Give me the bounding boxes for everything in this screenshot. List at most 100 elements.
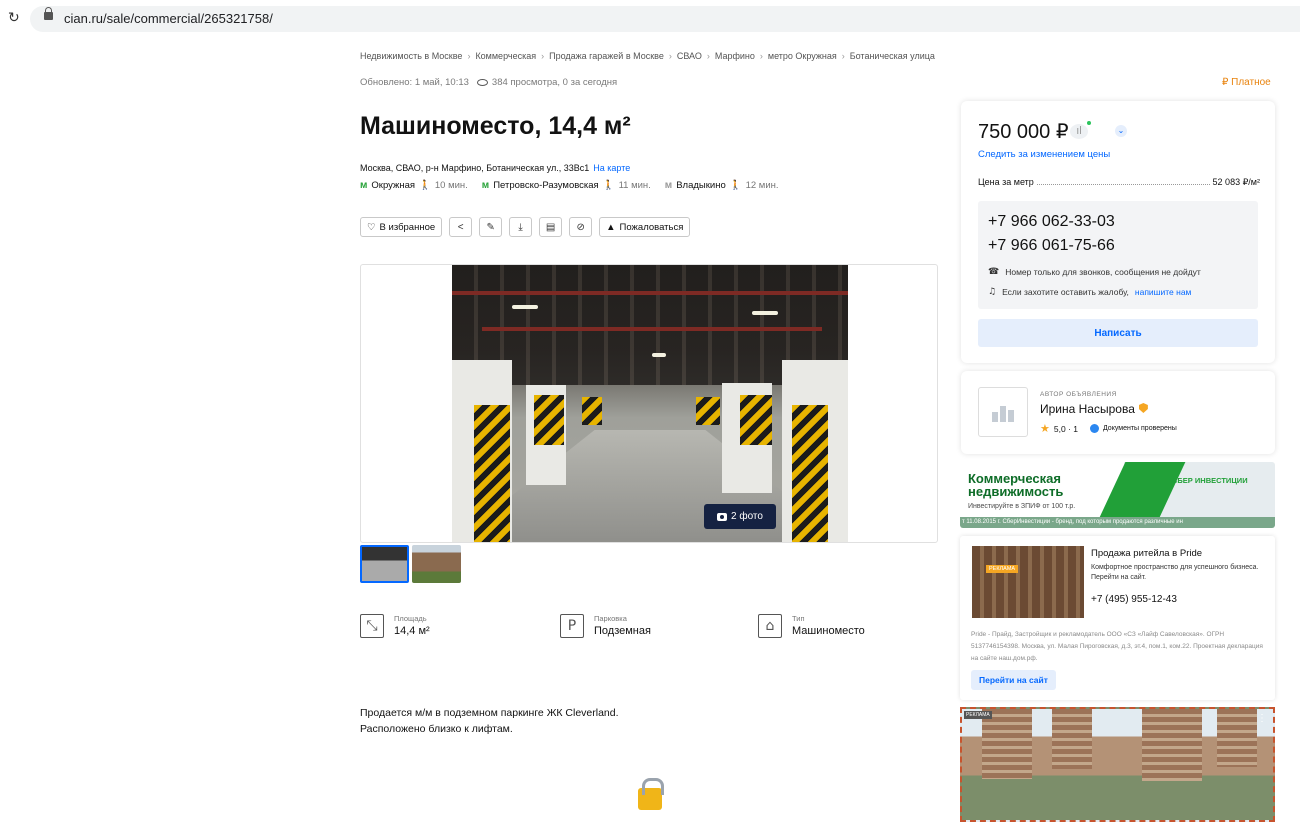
favorite-label: В избранное (379, 221, 436, 233)
more-icon[interactable]: ⋮ (1257, 713, 1267, 724)
edit-button[interactable]: ✎ (479, 217, 503, 237)
banner-legal: т 11.08.2015 г. СберИнвестиции - бренд, … (960, 517, 1275, 528)
ad-banner-bottom[interactable]: РЕКЛАМА ⋮ (960, 707, 1275, 822)
breadcrumb-item[interactable]: Коммерческая (475, 51, 536, 61)
warning-icon: ▲ (606, 221, 616, 233)
breadcrumb-item[interactable]: Ботаническая улица (850, 51, 935, 61)
favorite-button[interactable]: ♡ В избранное (360, 217, 443, 237)
photo-count-badge[interactable]: 2 фото (704, 504, 776, 529)
walk-icon: 🚶 (602, 180, 615, 191)
metro-icon: м (664, 180, 673, 191)
thumbnail-strip (360, 545, 461, 583)
author-rating: ★ 5,0 · 1 Документы проверены (1040, 422, 1177, 435)
download-icon: ⤓ (518, 221, 523, 233)
print-button[interactable]: ▤ (539, 217, 563, 237)
metro-station[interactable]: м Петровско-Разумовская 🚶 11 мин. (482, 180, 651, 191)
pencil-icon: ✎ (486, 221, 495, 233)
thumbnail[interactable] (412, 545, 461, 583)
reload-icon[interactable]: ↻ (8, 10, 20, 26)
chart-icon[interactable]: ıl (1070, 124, 1088, 139)
metro-station[interactable]: м Окружная 🚶 10 мин. (360, 180, 468, 191)
price-per-meter: Цена за метр 52 083 ₽/м² (978, 177, 1260, 188)
photo-count-label: 2 фото (731, 511, 763, 522)
breadcrumb-item[interactable]: СВАО (677, 51, 702, 61)
paid-badge: ₽ Платное (1222, 77, 1271, 88)
action-bar: ♡ В избранное < ✎ ⤓ ▤ ⊘ ▲ Пожаловаться (360, 217, 691, 237)
updated-date: Обновлено: 1 май, 10:13 (360, 77, 469, 88)
address: Москва, СВАО, р-н Марфино, Ботаническая … (360, 163, 630, 173)
banner-title: Коммерческая недвижимость (968, 471, 1064, 499)
walk-time: 11 мин. (618, 180, 651, 191)
write-button[interactable]: Написать (978, 319, 1258, 347)
metro-icon: м (481, 180, 490, 191)
breadcrumb-item[interactable]: Недвижимость в Москве (360, 51, 462, 61)
banner-subtitle: Инвестируйте в ЗПИФ от 100 т.р. (968, 503, 1076, 510)
url-text[interactable]: cian.ru/sale/commercial/265321758/ (64, 11, 273, 26)
breadcrumb-item[interactable]: Марфино (715, 51, 755, 61)
price-per-meter-label: Цена за метр (978, 177, 1034, 187)
author-name-row: Ирина Насырова (1040, 402, 1148, 416)
breadcrumb-item[interactable]: Продажа гаражей в Москве (549, 51, 664, 61)
complaint-note: ♫ Если захотите оставить жалобу, напишите… (988, 287, 1192, 297)
feature-area: ⤡ Площадь 14,4 м² (360, 614, 430, 638)
metro-icon: м (360, 180, 368, 191)
browser-toolbar: ↻ cian.ru/sale/commercial/265321758/ (0, 0, 1300, 38)
phone-number[interactable]: +7 966 062-33-03 (988, 213, 1115, 231)
ad-banner-sber[interactable]: Коммерческая недвижимость Инвестируйте в … (960, 462, 1275, 528)
ad-legal: Pride - Прайд, Застройщик и рекламодател… (971, 631, 1263, 662)
description-line: Продается м/м в подземном паркинге ЖК Cl… (360, 707, 619, 719)
report-label: Пожаловаться (619, 221, 684, 233)
camera-icon (717, 512, 728, 521)
metro-station-name: Окружная (371, 180, 416, 191)
price-card: 750 000 ₽ ıl ⌄ Следить за изменением цен… (961, 101, 1275, 363)
lock-icon[interactable] (44, 7, 53, 20)
report-button[interactable]: ▲ Пожаловаться (599, 217, 691, 237)
breadcrumb: Недвижимость в Москве › Коммерческая › Прода… (360, 51, 935, 61)
metro-station[interactable]: м Владыкино 🚶 12 мин. (665, 180, 779, 191)
thumbnail[interactable] (360, 545, 409, 583)
ad-site-button[interactable]: Перейти на сайт (971, 670, 1056, 690)
metro-station-name: Владыкино (676, 180, 726, 191)
shield-icon (1138, 403, 1148, 413)
walk-icon: 🚶 (729, 180, 742, 191)
ad-image[interactable]: РЕКЛАМА (972, 546, 1084, 618)
author-card: АВТОР ОБЪЯВЛЕНИЯ Ирина Насырова ★ 5,0 · … (961, 371, 1275, 454)
avatar[interactable] (978, 387, 1028, 437)
chevron-down-icon[interactable]: ⌄ (1115, 125, 1127, 137)
walk-time: 12 мин. (745, 180, 779, 191)
address-text[interactable]: Москва, СВАО, р-н Марфино, Ботаническая … (360, 163, 589, 173)
phone-icon: ☎ (988, 267, 1000, 277)
calls-note: ☎ Номер только для звонков, сообщения не… (988, 267, 1201, 277)
price: 750 000 ₽ (978, 121, 1069, 143)
write-us-link[interactable]: напишите нам (1135, 287, 1192, 297)
ad-text: Комфортное пространство для успешного би… (1091, 564, 1259, 581)
ad-tag: РЕКЛАМА (986, 565, 1019, 573)
feature-value: Подземная (594, 625, 651, 637)
price-per-meter-value: 52 083 ₽/м² (1212, 177, 1260, 187)
map-link[interactable]: На карте (593, 163, 630, 173)
eye-icon (476, 79, 488, 86)
author-name[interactable]: Ирина Насырова (1040, 402, 1135, 416)
ad-card: РЕКЛАМА Продажа ритейла в Pride Комфортн… (960, 536, 1275, 700)
verified-icon (1089, 424, 1099, 433)
photo-gallery[interactable]: 2 фото (360, 264, 938, 543)
page-title: Машиноместо, 14,4 м² (360, 112, 631, 140)
feature-label: Тип (792, 614, 805, 623)
phone-number[interactable]: +7 966 061-75-66 (988, 237, 1115, 255)
share-button[interactable]: < (449, 217, 473, 237)
area-icon: ⤡ (360, 614, 384, 638)
hide-button[interactable]: ⊘ (569, 217, 593, 237)
printer-icon: ▤ (545, 221, 556, 233)
watch-price-link[interactable]: Следить за изменением цены (978, 149, 1110, 160)
metro-list: м Окружная 🚶 10 мин. м Петровско-Разумов… (360, 180, 779, 191)
main-photo[interactable]: 2 фото (452, 265, 848, 542)
ad-title[interactable]: Продажа ритейла в Pride (1091, 548, 1202, 559)
walk-icon: 🚶 (419, 180, 431, 191)
feature-value: Машиноместо (792, 625, 865, 637)
banner-brand: СБЕР ИНВЕСТИЦИИ (1172, 476, 1248, 485)
download-button[interactable]: ⤓ (509, 217, 533, 237)
garage-icon: ⌂ (758, 614, 782, 638)
docs-verified: Документы проверены (1102, 425, 1177, 432)
breadcrumb-item[interactable]: метро Окружная (768, 51, 837, 61)
ad-phone[interactable]: +7 (495) 955-12-43 (1091, 594, 1177, 605)
